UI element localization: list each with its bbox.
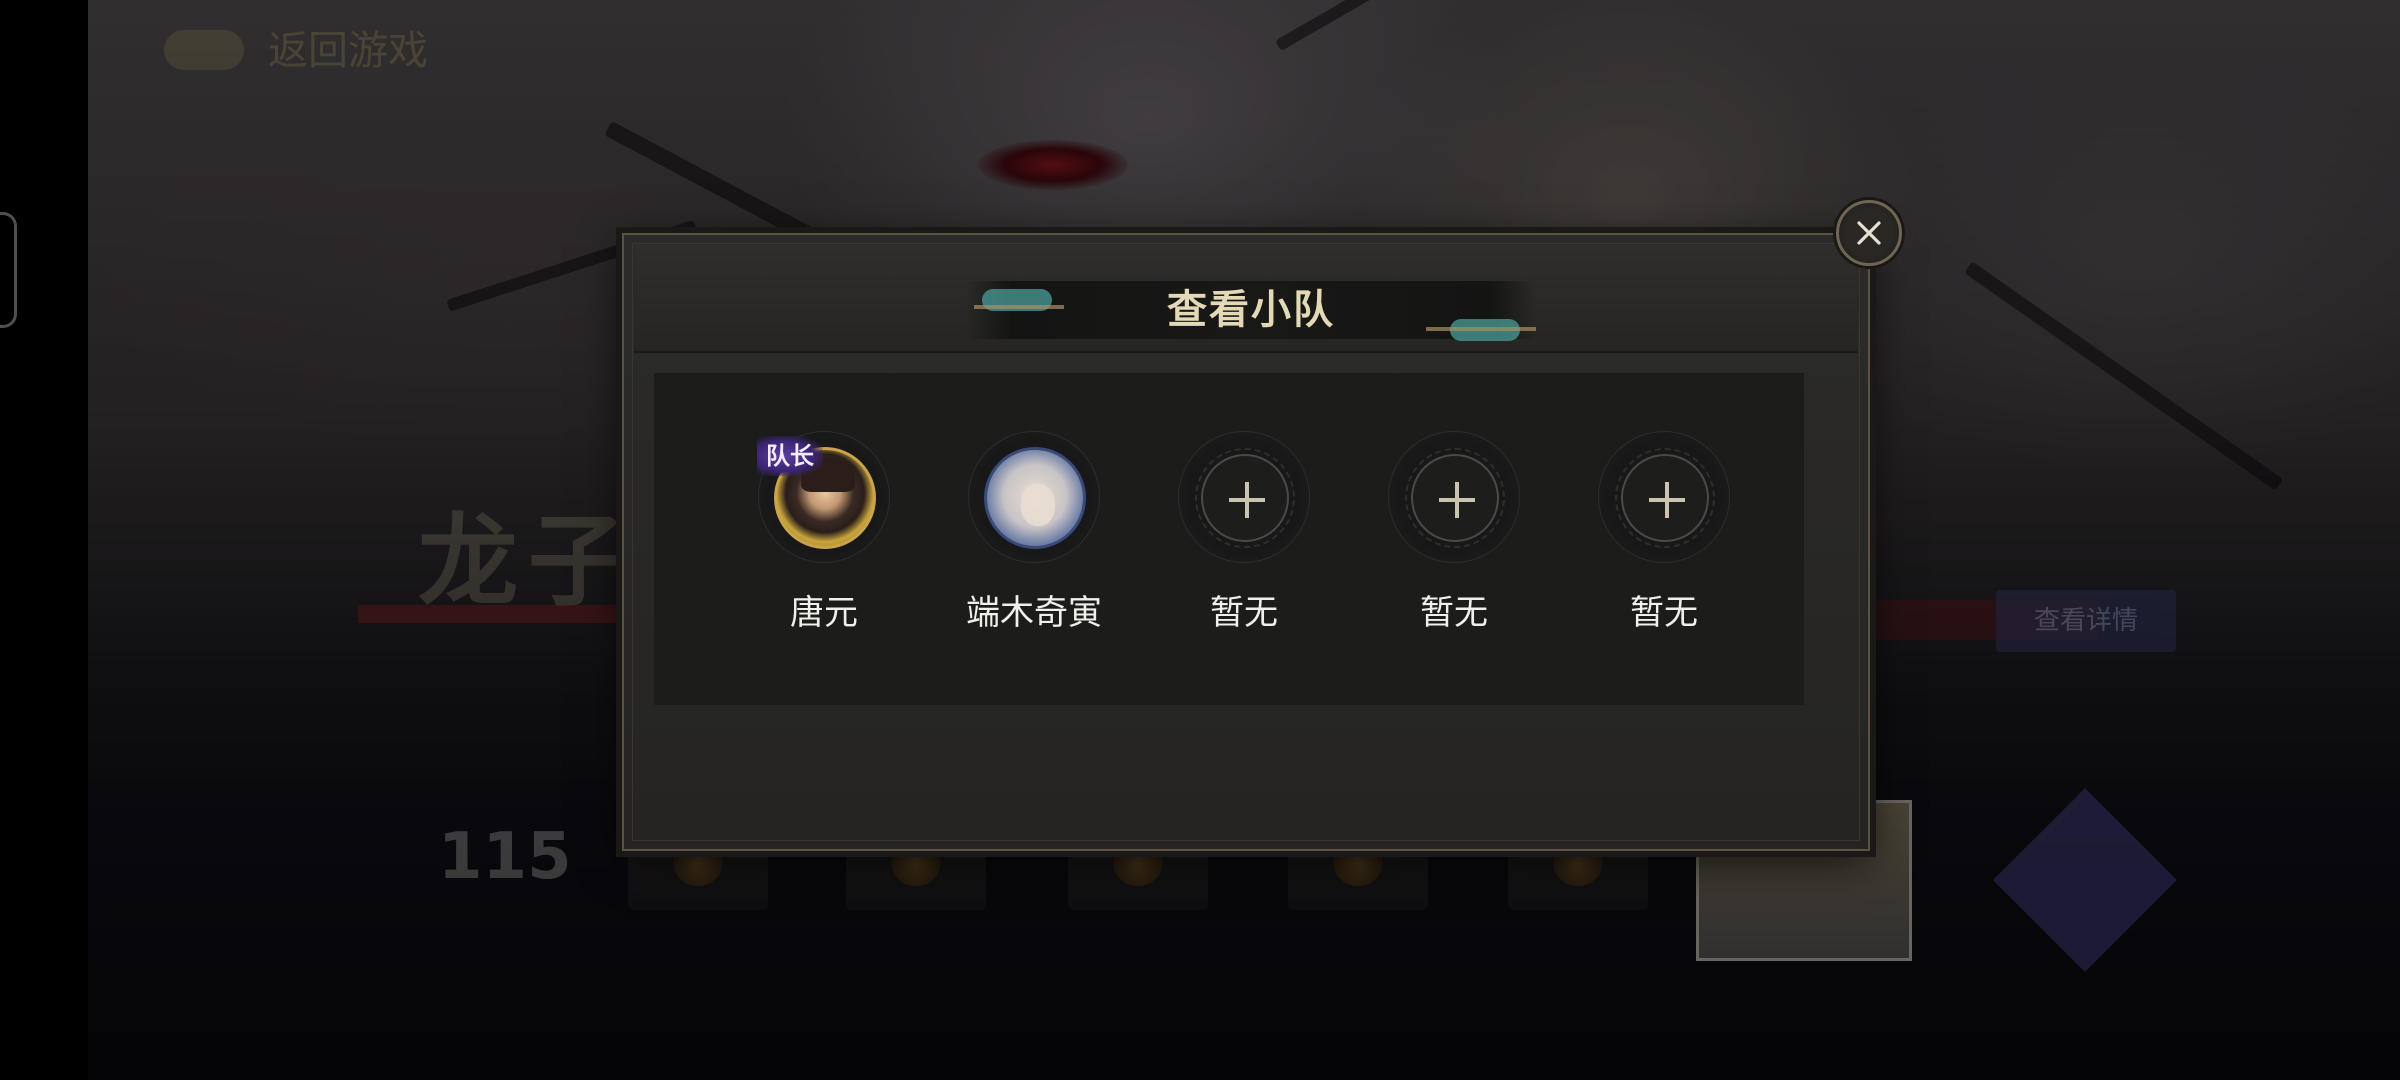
plus-icon [1229, 482, 1265, 518]
member-slot[interactable]: 队长 唐元 [714, 431, 914, 633]
add-member-button[interactable] [1615, 448, 1715, 548]
dialog-header: 查看小队 [634, 245, 1858, 353]
member-name: 端木奇寅 [966, 593, 1102, 633]
slot-ring [1598, 431, 1730, 563]
title-plaque: 查看小队 [966, 281, 1536, 341]
member-name: 唐元 [790, 593, 858, 633]
captain-badge: 队长 [757, 436, 823, 476]
empty-slot[interactable]: 暂无 [1554, 431, 1754, 633]
add-member-button[interactable] [1405, 448, 1505, 548]
empty-slot[interactable]: 暂无 [1344, 431, 1544, 633]
dialog-title: 查看小队 [1167, 286, 1335, 333]
slot-ring [1388, 431, 1520, 563]
slot-ring [1178, 431, 1310, 563]
team-dialog: 查看小队 队长 唐元 端木奇寅 暂无 暂无 暂无 [622, 233, 1870, 851]
member-slot[interactable]: 端木奇寅 [924, 431, 1124, 633]
plus-icon [1649, 482, 1685, 518]
slot-ring [968, 431, 1100, 563]
add-member-button[interactable] [1195, 448, 1295, 548]
member-name: 暂无 [1630, 593, 1698, 633]
close-icon [1857, 221, 1881, 245]
empty-slot[interactable]: 暂无 [1134, 431, 1334, 633]
plus-icon [1439, 482, 1475, 518]
member-name: 暂无 [1420, 593, 1488, 633]
slot-ring: 队长 [757, 431, 890, 563]
avatar [984, 447, 1086, 549]
member-name: 暂无 [1210, 593, 1278, 633]
team-panel: 队长 唐元 端木奇寅 暂无 暂无 暂无 [654, 373, 1804, 705]
close-button[interactable] [1836, 200, 1902, 266]
